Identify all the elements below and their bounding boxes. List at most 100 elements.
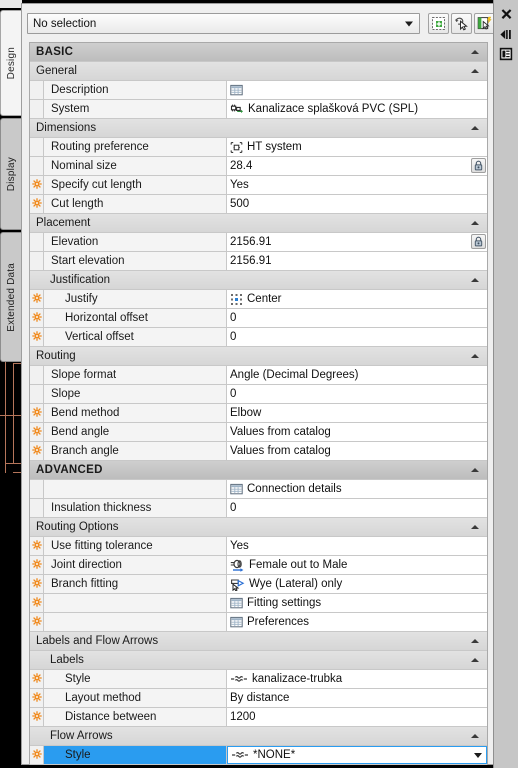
property-value-cell[interactable]: Angle (Decimal Degrees) [227,366,487,384]
sidebar-item-design[interactable]: Design [0,10,22,116]
property-value-cell[interactable]: 500 [227,195,487,213]
property-value-cell[interactable]: Elbow [227,404,487,422]
property-row[interactable]: Layout method By distance [30,689,487,708]
auto-hide-button[interactable] [498,26,514,42]
property-row[interactable]: Use fitting tolerance Yes [30,537,487,556]
property-row[interactable]: Preferences [30,613,487,632]
property-name-cell[interactable]: Specify cut length [44,176,227,194]
chevron-down-icon[interactable] [405,21,413,26]
collapse-toggle-icon[interactable] [467,214,483,232]
property-value-cell[interactable]: 28.4 [227,157,487,175]
property-value-cell[interactable]: Preferences [227,613,487,631]
property-name-cell[interactable]: System [44,100,227,118]
quick-select-button[interactable] [451,13,472,34]
property-row[interactable]: Bend method Elbow [30,404,487,423]
lock-button[interactable] [471,234,486,249]
close-button[interactable] [498,6,514,22]
collapse-toggle-icon[interactable] [467,347,483,365]
property-name-cell[interactable]: Start elevation [44,252,227,270]
property-name-cell[interactable]: Layout method [44,689,227,707]
property-value-cell[interactable]: Female out to Male [227,556,487,574]
property-row[interactable]: Distance between 1200 [30,708,487,727]
property-value-cell[interactable]: 2156.91 [227,233,487,251]
category-header[interactable]: Justification [30,271,487,290]
property-row[interactable]: Specify cut length Yes [30,176,487,195]
property-value-cell[interactable]: Values from catalog [227,442,487,460]
quick-properties-button[interactable] [474,13,495,34]
property-row[interactable]: Cut length 500 [30,195,487,214]
panel-menu-button[interactable] [498,46,514,62]
property-row[interactable]: Slope 0 [30,385,487,404]
property-value-cell[interactable]: 2156.91 [227,252,487,270]
category-header[interactable]: General [30,62,487,81]
collapse-toggle-icon[interactable] [467,271,483,289]
sidebar-item-extended-data[interactable]: Extended Data [0,232,21,362]
property-name-cell[interactable]: Justify [44,290,227,308]
property-row[interactable]: Justify Center [30,290,487,309]
property-name-cell[interactable]: Branch angle [44,442,227,460]
property-name-cell[interactable] [44,594,227,612]
property-value-cell[interactable]: Values from catalog [227,423,487,441]
property-value-cell[interactable]: kanalizace-trubka [227,670,487,688]
property-row[interactable]: Connection details [30,480,487,499]
category-header[interactable]: Placement [30,214,487,233]
collapse-toggle-icon[interactable] [467,632,483,650]
lock-button[interactable] [471,158,486,173]
property-row[interactable]: Bend angle Values from catalog [30,423,487,442]
selection-combobox[interactable]: No selection [27,13,420,34]
property-value-cell[interactable] [227,81,487,99]
property-value-cell[interactable]: Wye (Lateral) only [227,575,487,593]
property-value-cell[interactable]: *NONE* [227,746,487,764]
collapse-toggle-icon[interactable] [467,461,483,479]
collapse-toggle-icon[interactable] [467,43,483,61]
category-header[interactable]: Routing [30,347,487,366]
property-name-cell[interactable]: Slope format [44,366,227,384]
property-name-cell[interactable] [44,613,227,631]
select-objects-button[interactable] [428,13,449,34]
property-name-cell[interactable]: Slope [44,385,227,403]
property-value-cell[interactable]: Yes [227,537,487,555]
property-value-cell[interactable]: By distance [227,689,487,707]
category-header[interactable]: Dimensions [30,119,487,138]
property-row[interactable]: Nominal size 28.4 [30,157,487,176]
collapse-toggle-icon[interactable] [467,651,483,669]
property-row[interactable]: Slope format Angle (Decimal Degrees) [30,366,487,385]
property-name-cell[interactable]: Style [44,670,227,688]
property-name-cell[interactable]: Branch fitting [44,575,227,593]
property-value-cell[interactable]: Connection details [227,480,487,498]
property-row[interactable]: Branch fitting Wye (Lateral) only [30,575,487,594]
category-header[interactable]: ADVANCED [30,461,487,480]
property-row[interactable]: Style *NONE* [30,746,487,765]
property-name-cell[interactable]: Distance between [44,708,227,726]
property-row[interactable]: Fitting settings [30,594,487,613]
category-header[interactable]: Labels and Flow Arrows [30,632,487,651]
property-row[interactable]: Elevation 2156.91 [30,233,487,252]
property-name-cell[interactable]: Joint direction [44,556,227,574]
collapse-toggle-icon[interactable] [467,518,483,536]
property-row[interactable]: Start elevation 2156.91 [30,252,487,271]
property-name-cell[interactable]: Bend angle [44,423,227,441]
property-name-cell[interactable]: Routing preference [44,138,227,156]
property-value-cell[interactable]: Center [227,290,487,308]
category-header[interactable]: Labels [30,651,487,670]
property-row[interactable]: Branch angle Values from catalog [30,442,487,461]
property-name-cell[interactable]: Horizontal offset [44,309,227,327]
property-row[interactable]: Insulation thickness 0 [30,499,487,518]
property-row[interactable]: Routing preference HT system [30,138,487,157]
property-row[interactable]: Joint direction Female out to Male [30,556,487,575]
category-header[interactable]: BASIC [30,43,487,62]
property-value-cell[interactable]: Kanalizace splašková PVC (SPL) [227,100,487,118]
category-header[interactable]: Flow Arrows [30,727,487,746]
property-value-cell[interactable]: Yes [227,176,487,194]
property-value-cell[interactable]: 0 [227,328,487,346]
property-row[interactable]: Description [30,81,487,100]
property-row[interactable]: Vertical offset 0 [30,328,487,347]
property-value-cell[interactable]: 0 [227,499,487,517]
property-value-cell[interactable]: 0 [227,385,487,403]
property-value-cell[interactable]: 0 [227,309,487,327]
property-value-cell[interactable]: Fitting settings [227,594,487,612]
property-value-cell[interactable]: 1200 [227,708,487,726]
property-row[interactable]: System Kanalizace splašková PVC (SPL) [30,100,487,119]
property-name-cell[interactable]: Elevation [44,233,227,251]
property-name-cell[interactable]: Bend method [44,404,227,422]
